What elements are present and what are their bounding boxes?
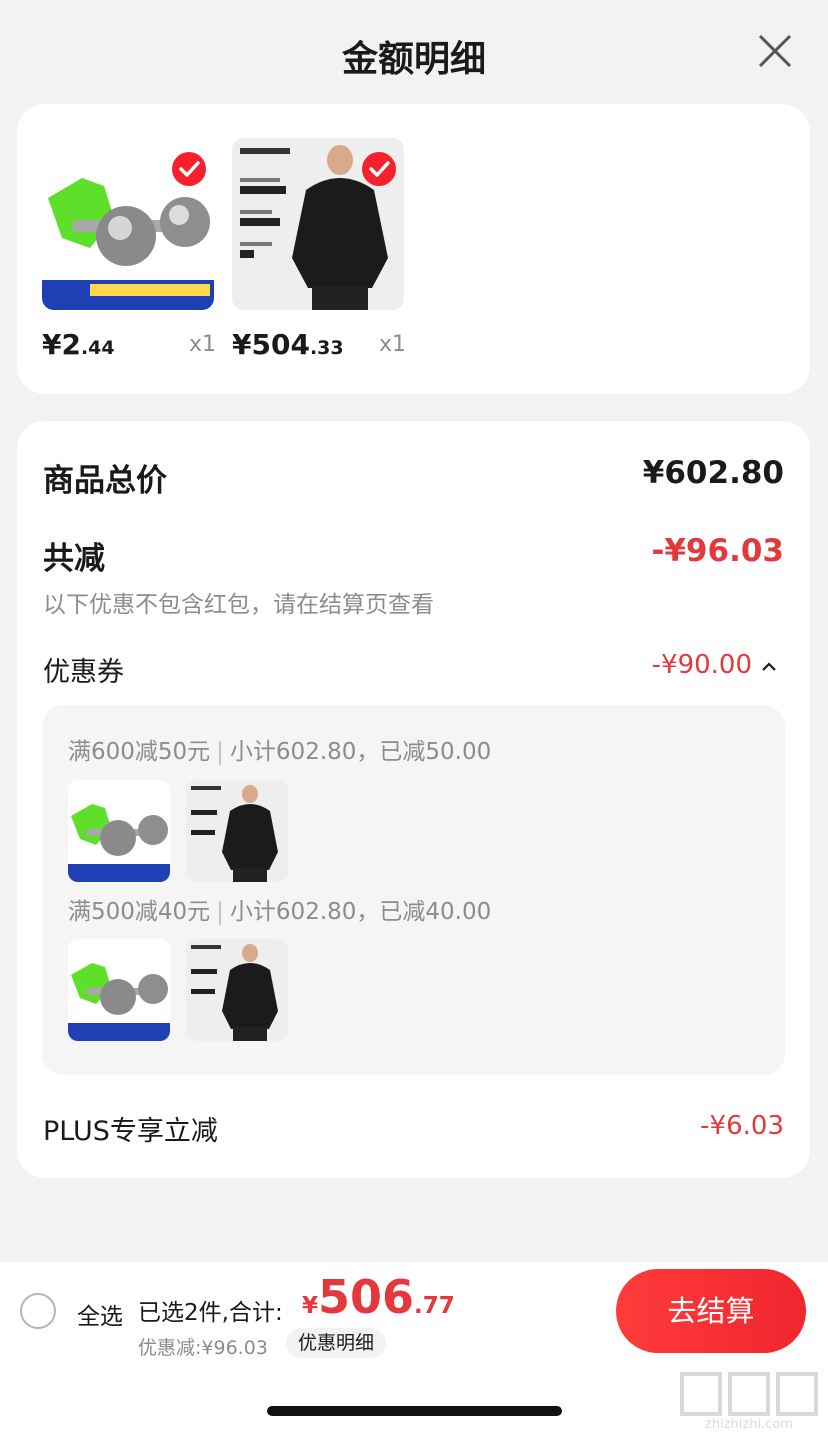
select-all-radio[interactable] bbox=[20, 1293, 56, 1329]
close-icon[interactable] bbox=[754, 30, 796, 72]
total-price-value: ¥602.80 bbox=[642, 455, 784, 491]
product-price-row: ¥504.33 x1 bbox=[232, 328, 406, 368]
reduce-note: 以下优惠不包含红包，请在结算页查看 bbox=[43, 592, 434, 618]
coupon-label[interactable]: 优惠券 bbox=[43, 650, 124, 689]
discount-summary: 优惠减:¥96.03 bbox=[138, 1337, 268, 1359]
coupon-rule: 满500减40元 | 小计602.80，已减40.00 bbox=[68, 899, 492, 925]
product-price-row: ¥2.44 x1 bbox=[42, 328, 216, 368]
discount-detail-button[interactable]: 优惠明细 bbox=[286, 1328, 387, 1358]
home-indicator-area: zhizhizhi.com bbox=[0, 1360, 828, 1434]
product-thumb-fishing-bell bbox=[68, 939, 170, 1041]
total-price-label: 商品总价 bbox=[43, 463, 167, 499]
total-reduce-value: -¥96.03 bbox=[651, 533, 785, 569]
coupon-rule: 满600减50元 | 小计602.80，已减50.00 bbox=[68, 739, 492, 765]
total-reduce-label: 共减 bbox=[43, 541, 105, 577]
product-qty: x1 bbox=[188, 332, 216, 357]
product-thumb-jacket bbox=[186, 939, 288, 1041]
coupon-value[interactable]: -¥90.00 bbox=[652, 650, 752, 680]
coupon-products bbox=[68, 939, 308, 1043]
products-card: ¥2.44 x1 ¥504.33 x1 bbox=[17, 104, 810, 394]
product-thumb-jacket bbox=[186, 780, 288, 882]
product-price: ¥2.44 bbox=[42, 328, 115, 361]
home-indicator[interactable] bbox=[267, 1406, 562, 1416]
product-item[interactable]: ¥504.33 x1 bbox=[232, 138, 406, 361]
select-all-label[interactable]: 全选 bbox=[77, 1297, 123, 1331]
selected-count: 已选2件,合计: bbox=[138, 1300, 283, 1326]
chevron-up-icon[interactable] bbox=[760, 659, 778, 673]
amount-detail-sheet: 金额明细 ¥2.44 x1 ¥504.33 x1 商品总价 ¥602.80 共减… bbox=[0, 0, 828, 1262]
product-image-fishing-bell[interactable] bbox=[42, 138, 214, 310]
price-detail-card: 商品总价 ¥602.80 共减 -¥96.03 以下优惠不包含红包，请在结算页查… bbox=[17, 421, 810, 1178]
product-price: ¥504.33 bbox=[232, 328, 344, 361]
product-thumb-fishing-bell bbox=[68, 780, 170, 882]
product-item[interactable]: ¥2.44 x1 bbox=[42, 138, 216, 361]
total-sum: ¥506.77 bbox=[302, 1270, 455, 1324]
coupon-products bbox=[68, 780, 308, 884]
checked-icon[interactable] bbox=[362, 152, 396, 186]
plus-discount-label: PLUS专享立减 bbox=[43, 1116, 218, 1147]
svg-text:zhizhizhi.com: zhizhizhi.com bbox=[705, 1417, 793, 1432]
coupon-detail-box: 满600减50元 | 小计602.80，已减50.00 满500减40元 | 小… bbox=[42, 705, 785, 1075]
product-qty: x1 bbox=[378, 332, 406, 357]
product-image-jacket[interactable] bbox=[232, 138, 404, 310]
watermark-logo: zhizhizhi.com bbox=[680, 1372, 818, 1432]
plus-discount-value: -¥6.03 bbox=[700, 1111, 784, 1141]
checkout-button[interactable]: 去结算 bbox=[616, 1269, 806, 1353]
checkout-bar: 全选 已选2件,合计: ¥506.77 优惠减:¥96.03 优惠明细 去结算 bbox=[0, 1262, 828, 1360]
sheet-header: 金额明细 bbox=[0, 0, 828, 104]
sheet-title: 金额明细 bbox=[341, 39, 486, 80]
checked-icon[interactable] bbox=[172, 152, 206, 186]
